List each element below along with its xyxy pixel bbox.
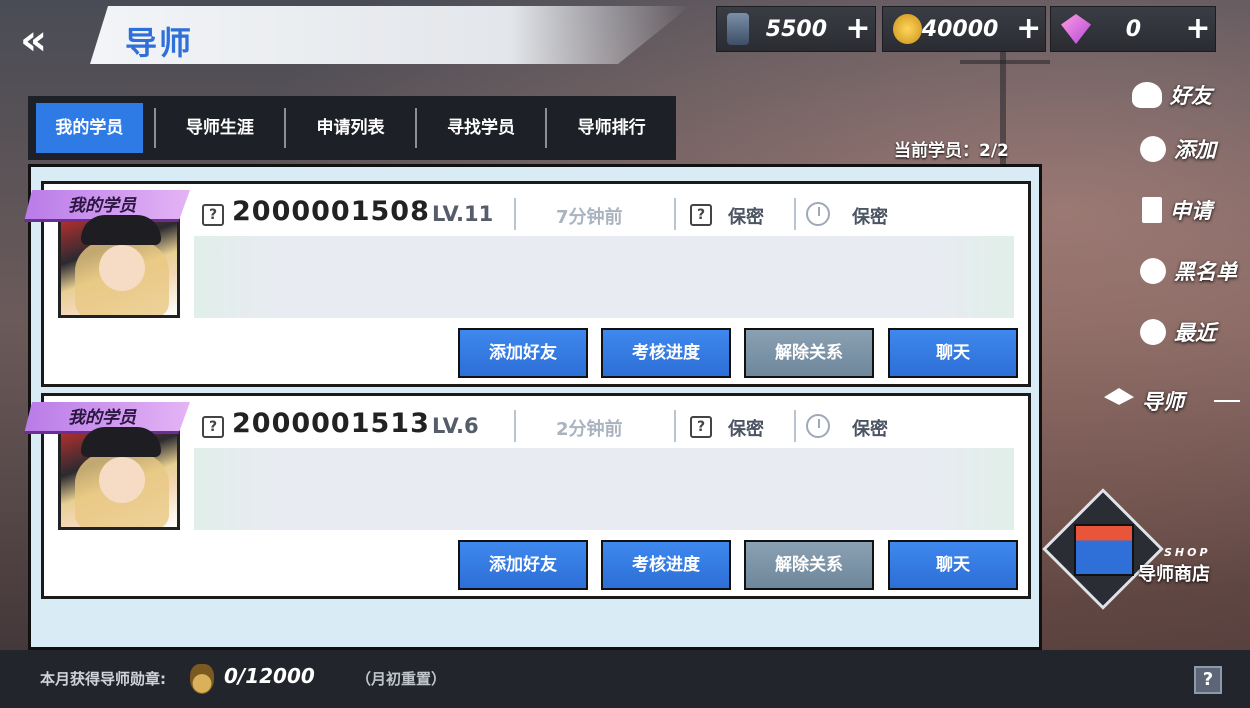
document-icon: [1142, 197, 1162, 223]
student-uid: 2000001508: [232, 196, 430, 227]
oil-value: 5500: [765, 16, 827, 42]
oil-add-button[interactable]: +: [841, 7, 875, 51]
menu-friends-label: 好友: [1170, 84, 1212, 108]
oil-resource: 5500 +: [716, 6, 876, 52]
last-seen: 7分钟前: [556, 207, 623, 228]
block-person-icon: [1140, 258, 1166, 284]
friends-icon: [1132, 82, 1162, 108]
medal-label: 本月获得导师勋章:: [40, 670, 166, 688]
medal-icon: [190, 664, 214, 694]
privacy-status: 保密: [728, 207, 764, 228]
student-uid: 2000001513: [232, 408, 430, 439]
gem-resource: 0 +: [1050, 6, 1216, 52]
back-icon[interactable]: «: [20, 18, 70, 62]
shop-label: 导师商店: [1138, 564, 1210, 585]
dissolve-relation-button[interactable]: 解除关系: [744, 328, 874, 378]
tab-mentor-ranking[interactable]: 导师排行: [558, 103, 665, 153]
last-seen: 2分钟前: [556, 419, 623, 440]
mentor-shop-button[interactable]: SHOP 导师商店: [1042, 488, 1226, 610]
gold-resource: 40000 +: [882, 6, 1046, 52]
assessment-progress-button[interactable]: 考核进度: [601, 540, 731, 590]
tab-divider: [284, 108, 287, 148]
dissolve-relation-button[interactable]: 解除关系: [744, 540, 874, 590]
student-level: LV.11: [432, 202, 494, 226]
tab-divider: [153, 108, 156, 148]
menu-mentor[interactable]: 导师: [1104, 386, 1240, 416]
privacy-status: 保密: [728, 419, 764, 440]
add-friend-button[interactable]: 添加好友: [458, 328, 588, 378]
gem-icon: [1061, 14, 1091, 44]
menu-recent[interactable]: 最近: [1140, 317, 1216, 347]
recent-person-icon: [1140, 319, 1166, 345]
info-divider: [674, 410, 676, 442]
oil-barrel-icon: [727, 13, 749, 45]
tab-divider: [545, 108, 548, 148]
student-list-panel: 我的学员 ? 2000001508 LV.11 7分钟前 ? 保密 保密 添加好…: [24, 164, 1042, 650]
gold-add-button[interactable]: +: [1012, 7, 1045, 51]
add-friend-button[interactable]: 添加好友: [458, 540, 588, 590]
menu-add[interactable]: 添加: [1140, 134, 1216, 164]
assessment-progress-button[interactable]: 考核进度: [601, 328, 731, 378]
tab-divider: [414, 108, 417, 148]
online-time-status: 保密: [852, 207, 888, 228]
menu-blacklist-label: 黑名单: [1174, 260, 1237, 284]
shop-building-icon: [1074, 524, 1134, 576]
medal-progress: 0/12000: [224, 664, 315, 688]
background-pole-arm: [960, 60, 1050, 64]
menu-friends[interactable]: 好友: [1132, 80, 1212, 110]
tab-find-students[interactable]: 寻找学员: [428, 103, 535, 153]
menu-mentor-label: 导师: [1142, 390, 1184, 414]
menu-add-label: 添加: [1174, 138, 1216, 162]
menu-apply-label: 申请: [1170, 199, 1212, 223]
student-avatar[interactable]: [58, 424, 180, 530]
student-message-box: [194, 236, 1014, 318]
question-mark-icon: ?: [202, 416, 224, 438]
shop-tag: SHOP: [1164, 546, 1211, 559]
clock-icon: [806, 202, 830, 226]
avatar-hat: [81, 427, 161, 457]
graduation-cap-icon: [1104, 388, 1134, 405]
gem-value: 0: [1125, 16, 1141, 42]
student-card: 我的学员 ? 2000001508 LV.11 7分钟前 ? 保密 保密 添加好…: [24, 181, 1031, 387]
question-mark-icon: ?: [690, 204, 712, 226]
student-card: 我的学员 ? 2000001513 LV.6 2分钟前 ? 保密 保密 添加好友…: [24, 393, 1031, 599]
avatar-face: [99, 245, 145, 291]
question-mark-icon: ?: [690, 416, 712, 438]
student-avatar[interactable]: [58, 212, 180, 318]
tab-my-students[interactable]: 我的学员: [36, 103, 143, 153]
tab-application-list[interactable]: 申请列表: [297, 103, 404, 153]
menu-expand-line: [1214, 400, 1240, 402]
tab-bar: 我的学员 导师生涯 申请列表 寻找学员 导师排行: [28, 96, 676, 160]
page-title: 导师: [125, 24, 194, 62]
student-message-box: [194, 448, 1014, 530]
chat-button[interactable]: 聊天: [888, 328, 1018, 378]
menu-recent-label: 最近: [1174, 321, 1216, 345]
gold-value: 40000: [921, 16, 999, 42]
avatar-face: [99, 457, 145, 503]
chat-button[interactable]: 聊天: [888, 540, 1018, 590]
student-level: LV.6: [432, 414, 479, 438]
menu-blacklist[interactable]: 黑名单: [1140, 256, 1237, 286]
info-divider: [794, 410, 796, 442]
reset-note: （月初重置）: [356, 670, 447, 688]
add-person-icon: [1140, 136, 1166, 162]
top-bar: « 导师 5500 + 40000 + 0 +: [0, 0, 1250, 64]
gold-coin-icon: [893, 14, 922, 44]
help-button[interactable]: ?: [1194, 666, 1222, 694]
menu-apply[interactable]: 申请: [1142, 195, 1212, 225]
tab-mentor-career[interactable]: 导师生涯: [167, 103, 274, 153]
question-mark-icon: ?: [202, 204, 224, 226]
online-time-status: 保密: [852, 419, 888, 440]
info-divider: [794, 198, 796, 230]
footer-bar: 本月获得导师勋章: 0/12000 （月初重置） ?: [0, 650, 1250, 708]
info-divider: [514, 198, 516, 230]
clock-icon: [806, 414, 830, 438]
info-divider: [674, 198, 676, 230]
gem-add-button[interactable]: +: [1181, 7, 1215, 51]
avatar-hat: [81, 215, 161, 245]
info-divider: [514, 410, 516, 442]
student-counter: 当前学员：2/2: [894, 141, 1009, 161]
